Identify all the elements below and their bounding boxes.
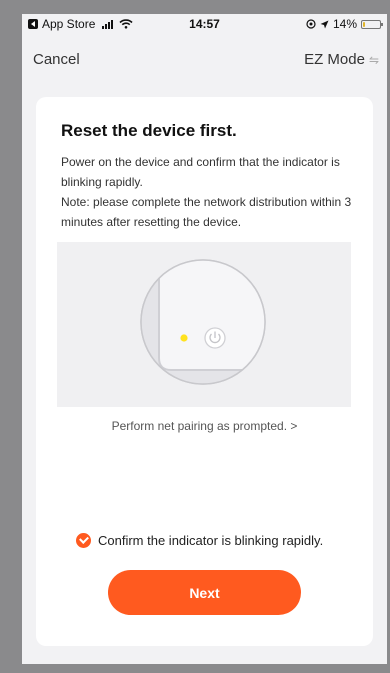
device-illustration-graphic xyxy=(140,259,266,385)
status-bar: App Store 14:57 14% xyxy=(22,14,387,34)
instructions: Power on the device and confirm that the… xyxy=(61,152,356,232)
device-illustration xyxy=(57,242,351,407)
nav-bar: Cancel EZ Mode ⇋ xyxy=(22,46,387,74)
confirm-label: Confirm the indicator is blinking rapidl… xyxy=(98,533,324,548)
instruction-text: Power on the device and confirm that the… xyxy=(61,155,340,189)
location-lock-icon xyxy=(306,19,316,29)
status-right: 14% xyxy=(306,17,383,31)
pairing-guide-link[interactable]: Perform net pairing as prompted. > xyxy=(36,419,373,433)
mode-label: EZ Mode xyxy=(304,51,365,68)
battery-percent: 14% xyxy=(332,17,357,31)
confirm-checkbox-row[interactable]: Confirm the indicator is blinking rapidl… xyxy=(76,533,323,548)
phone-screen: App Store 14:57 14% Cancel EZ Mode ⇋ Res… xyxy=(22,14,387,664)
location-arrow-icon xyxy=(320,20,329,28)
cancel-button[interactable]: Cancel xyxy=(33,51,80,68)
power-icon xyxy=(204,327,226,349)
note-text: Note: please complete the network distri… xyxy=(61,195,352,229)
reset-card: Reset the device first. Power on the dev… xyxy=(36,97,373,646)
swap-arrows-icon: ⇋ xyxy=(368,52,379,67)
indicator-light-icon xyxy=(180,334,188,342)
checkmark-icon[interactable] xyxy=(76,533,91,548)
page-title: Reset the device first. xyxy=(61,121,237,140)
battery-icon xyxy=(361,19,383,29)
ez-mode-button[interactable]: EZ Mode ⇋ xyxy=(304,51,379,68)
next-button[interactable]: Next xyxy=(108,570,301,615)
